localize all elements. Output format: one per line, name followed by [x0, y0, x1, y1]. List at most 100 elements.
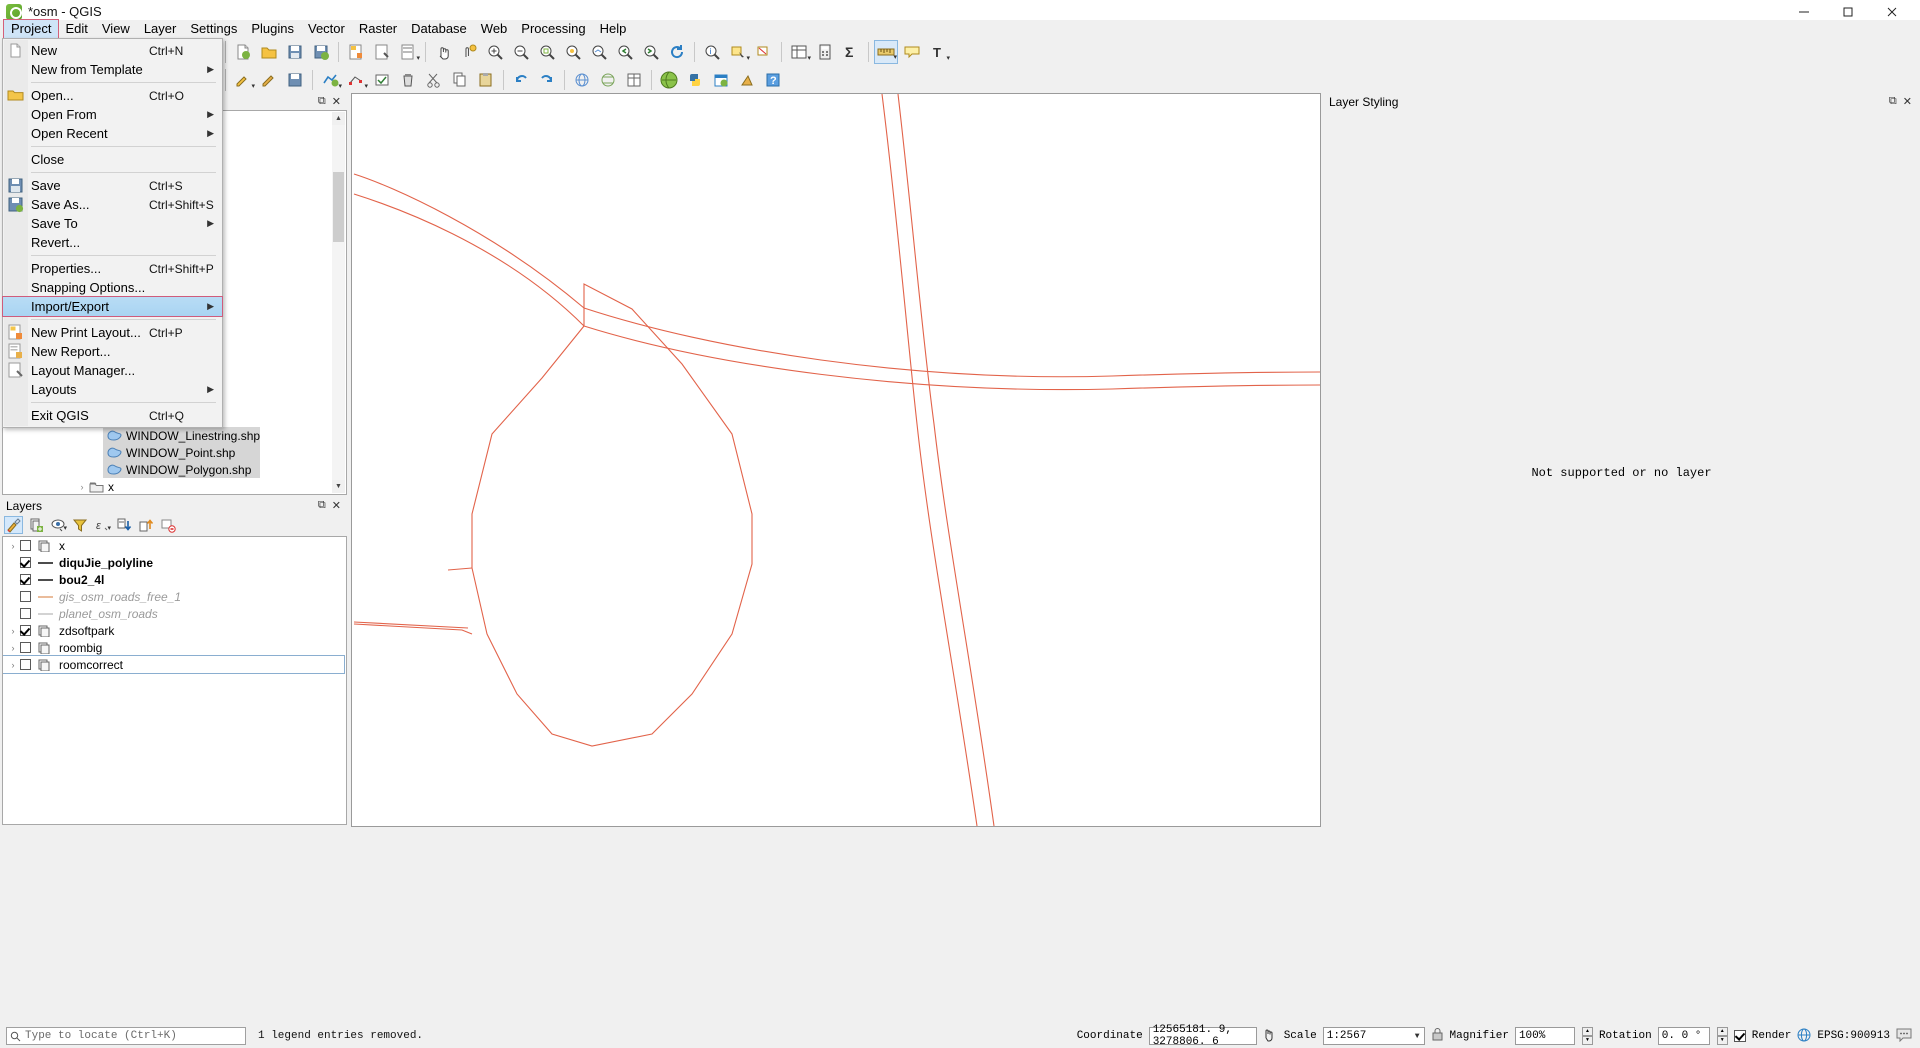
vertex-tool-button[interactable]: ▾	[344, 68, 368, 92]
style-manager-button[interactable]	[735, 68, 759, 92]
rotation-spinner[interactable]: ▲ ▼	[1716, 1027, 1728, 1045]
close-panel-icon[interactable]: ✕	[332, 95, 341, 108]
menu-edit[interactable]: Edit	[58, 20, 94, 38]
select-features-button[interactable]: ▾	[726, 40, 750, 64]
save-project-button[interactable]	[283, 40, 307, 64]
menu-item-properties[interactable]: Properties... Ctrl+Shift+P	[3, 259, 222, 278]
browser-item-window-point[interactable]: WINDOW_Point.shp	[103, 444, 260, 461]
layer-visibility-checkbox[interactable]	[20, 642, 31, 653]
delete-selected-button[interactable]	[396, 68, 420, 92]
close-panel-icon[interactable]: ✕	[332, 499, 341, 512]
layer-row-x[interactable]: › x	[3, 537, 346, 554]
menu-processing[interactable]: Processing	[514, 20, 592, 38]
expander-icon[interactable]: ›	[6, 541, 20, 551]
layer-row-roomcorrect[interactable]: › roomcorrect	[3, 655, 345, 674]
menu-item-new-print-layout[interactable]: New Print Layout... Ctrl+P	[3, 323, 222, 342]
modify-attributes-button[interactable]	[370, 68, 394, 92]
scroll-up-icon[interactable]: ▲	[332, 112, 345, 125]
menu-layer[interactable]: Layer	[137, 20, 184, 38]
open-project-button[interactable]	[257, 40, 281, 64]
chevron-down-icon[interactable]: ▼	[1413, 1032, 1422, 1041]
menu-item-import-export[interactable]: Import/Export ▶	[2, 296, 223, 317]
expander-icon[interactable]: ›	[6, 643, 20, 653]
layer-visibility-checkbox[interactable]	[20, 659, 31, 670]
show-layout-button[interactable]: ▾	[396, 40, 420, 64]
copy-features-button[interactable]	[448, 68, 472, 92]
add-wms-layer-button[interactable]	[570, 68, 594, 92]
layer-row-gis-osm-roads-free-1[interactable]: gis_osm_roads_free_1	[3, 588, 346, 605]
python-console-button[interactable]	[683, 68, 707, 92]
map-canvas[interactable]	[351, 93, 1321, 827]
current-edits-button[interactable]: ▾	[231, 68, 255, 92]
float-panel-icon[interactable]: ⧉	[318, 499, 326, 512]
zoom-in-button[interactable]	[483, 40, 507, 64]
rotation-input[interactable]: 0. 0 °	[1657, 1027, 1710, 1045]
paste-features-button[interactable]	[474, 68, 498, 92]
layer-visibility-checkbox[interactable]	[20, 591, 31, 602]
zoom-out-button[interactable]	[509, 40, 533, 64]
undo-button[interactable]	[509, 68, 533, 92]
menu-item-open-from[interactable]: Open From ▶	[3, 105, 222, 124]
extent-toggle-icon[interactable]	[1263, 1027, 1278, 1045]
menu-view[interactable]: View	[95, 20, 137, 38]
menu-item-open-recent[interactable]: Open Recent ▶	[3, 124, 222, 143]
globe-icon[interactable]	[1797, 1028, 1811, 1045]
redo-button[interactable]	[535, 68, 559, 92]
filter-legend-button[interactable]	[70, 516, 89, 534]
menu-item-save-to[interactable]: Save To ▶	[3, 214, 222, 233]
zoom-next-button[interactable]	[639, 40, 663, 64]
measure-line-button[interactable]: ▾	[874, 40, 898, 64]
layout-manager-button[interactable]	[370, 40, 394, 64]
temporal-controller-button[interactable]	[709, 68, 733, 92]
menu-item-new-report[interactable]: New Report...	[3, 342, 222, 361]
map-tips-button[interactable]	[900, 40, 924, 64]
layer-visibility-checkbox[interactable]	[20, 625, 31, 636]
menu-vector[interactable]: Vector	[301, 20, 352, 38]
float-panel-icon[interactable]: ⧉	[1889, 95, 1897, 108]
pan-map-button[interactable]	[431, 40, 455, 64]
field-calculator-button[interactable]	[813, 40, 837, 64]
statistical-summary-button[interactable]: Σ	[839, 40, 863, 64]
messages-icon[interactable]	[1896, 1028, 1912, 1045]
float-panel-icon[interactable]: ⧉	[318, 95, 326, 108]
open-layer-styling-panel-button[interactable]	[4, 516, 23, 534]
menu-database[interactable]: Database	[404, 20, 474, 38]
menu-item-layout-manager[interactable]: Layout Manager...	[3, 361, 222, 380]
collapse-all-button[interactable]	[136, 516, 155, 534]
close-panel-icon[interactable]: ✕	[1903, 95, 1912, 108]
menu-item-save[interactable]: Save Ctrl+S	[3, 176, 222, 195]
layers-tree[interactable]: › x diquJie_polyline bou2_4l gis_osm_roa…	[2, 536, 347, 825]
manage-map-themes-button[interactable]: ▾	[48, 516, 67, 534]
coordinate-input[interactable]: 12565181. 9, 3278806. 6	[1148, 1024, 1257, 1048]
new-print-layout-button[interactable]	[344, 40, 368, 64]
add-group-button[interactable]	[26, 516, 45, 534]
menu-plugins[interactable]: Plugins	[244, 20, 301, 38]
toggle-editing-button[interactable]	[257, 68, 281, 92]
menu-item-close[interactable]: Close	[3, 150, 222, 169]
project-menu-dropdown[interactable]: New Ctrl+N New from Template ▶ Open... C…	[2, 38, 223, 428]
layer-row-zdsoftpark[interactable]: › zdsoftpark	[3, 622, 346, 639]
zoom-last-button[interactable]	[613, 40, 637, 64]
layer-row-planet-osm-roads[interactable]: planet_osm_roads	[3, 605, 346, 622]
browser-item-window-polygon[interactable]: WINDOW_Polygon.shp	[103, 461, 260, 478]
menu-web[interactable]: Web	[474, 20, 515, 38]
openstreetmap-button[interactable]	[657, 68, 681, 92]
add-feature-button[interactable]: ▾	[318, 68, 342, 92]
render-checkbox[interactable]	[1733, 1030, 1746, 1042]
refresh-button[interactable]	[665, 40, 689, 64]
magnifier-spinner[interactable]: ▲ ▼	[1581, 1027, 1593, 1045]
layer-visibility-checkbox[interactable]	[20, 574, 31, 585]
layer-visibility-checkbox[interactable]	[20, 540, 31, 551]
menu-raster[interactable]: Raster	[352, 20, 404, 38]
layer-row-bou2-4l[interactable]: bou2_4l	[3, 571, 346, 588]
save-layer-edits-button[interactable]	[283, 68, 307, 92]
open-attribute-table-button[interactable]: ▾	[787, 40, 811, 64]
lock-icon[interactable]	[1431, 1027, 1444, 1045]
menu-item-new-from-template[interactable]: New from Template ▶	[3, 60, 222, 79]
zoom-full-button[interactable]	[535, 40, 559, 64]
cut-features-button[interactable]	[422, 68, 446, 92]
deselect-features-button[interactable]	[752, 40, 776, 64]
zoom-to-selection-button[interactable]	[561, 40, 585, 64]
menu-settings[interactable]: Settings	[183, 20, 244, 38]
crs-label[interactable]: EPSG:900913	[1817, 1030, 1890, 1042]
